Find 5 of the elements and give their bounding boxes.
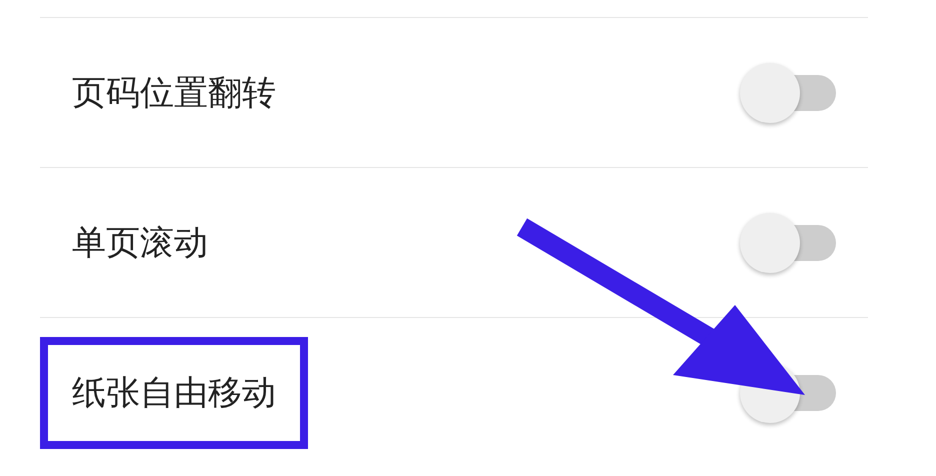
toggle-switch[interactable] xyxy=(740,212,836,272)
toggle-switch[interactable] xyxy=(740,62,836,122)
setting-label: 纸张自由移动 xyxy=(40,336,308,448)
setting-label: 单页滚动 xyxy=(71,222,209,264)
setting-label: 页码位置翻转 xyxy=(71,72,277,114)
